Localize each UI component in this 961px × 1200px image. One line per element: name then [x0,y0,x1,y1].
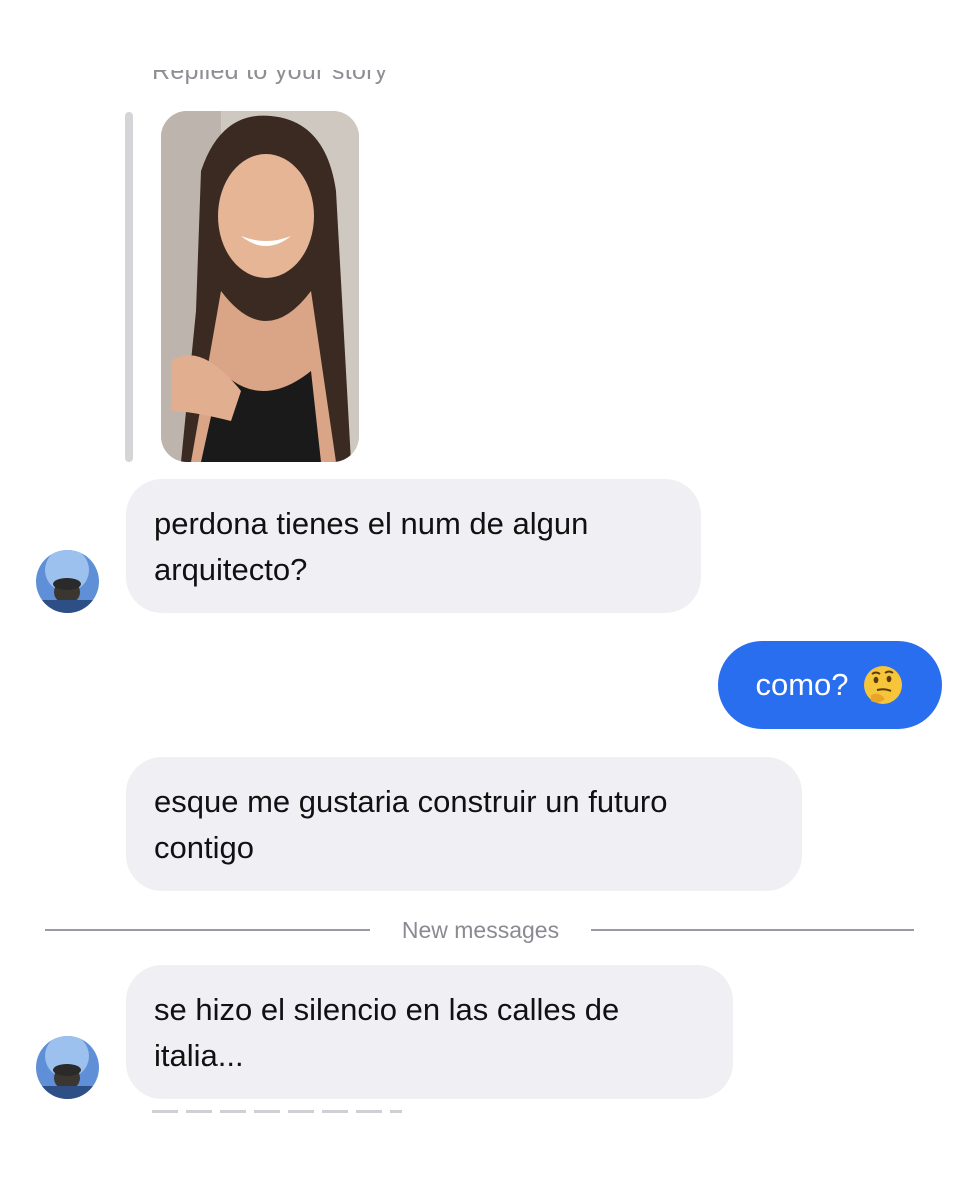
divider-line [45,929,370,931]
message-text: perdona tienes el num de algun [154,506,589,541]
outgoing-message-bubble[interactable]: como? [718,641,942,729]
sender-avatar[interactable] [36,550,99,613]
sender-avatar[interactable] [36,1036,99,1099]
reply-indicator-bar [125,112,133,462]
message-text: contigo [154,830,254,865]
thinking-face-emoji-icon [861,663,905,707]
incoming-message-bubble[interactable]: esque me gustaria construir un futuro co… [126,757,802,891]
divider-line [591,929,914,931]
new-messages-divider: New messages [401,917,560,943]
message-text: como? [755,667,849,702]
incoming-message-bubble[interactable]: perdona tienes el num de algun arquitect… [126,479,701,613]
message-text: italia... [154,1038,244,1073]
story-thumbnail[interactable] [161,111,359,462]
message-text: arquitecto? [154,552,308,587]
story-reply-label: Replied to your story [152,70,388,85]
message-text: se hizo el silencio en las calles de [154,992,620,1027]
truncated-next-label [152,1108,452,1114]
message-text: esque me gustaria construir un futuro [154,784,668,819]
incoming-message-bubble[interactable]: se hizo el silencio en las calles de ita… [126,965,733,1099]
